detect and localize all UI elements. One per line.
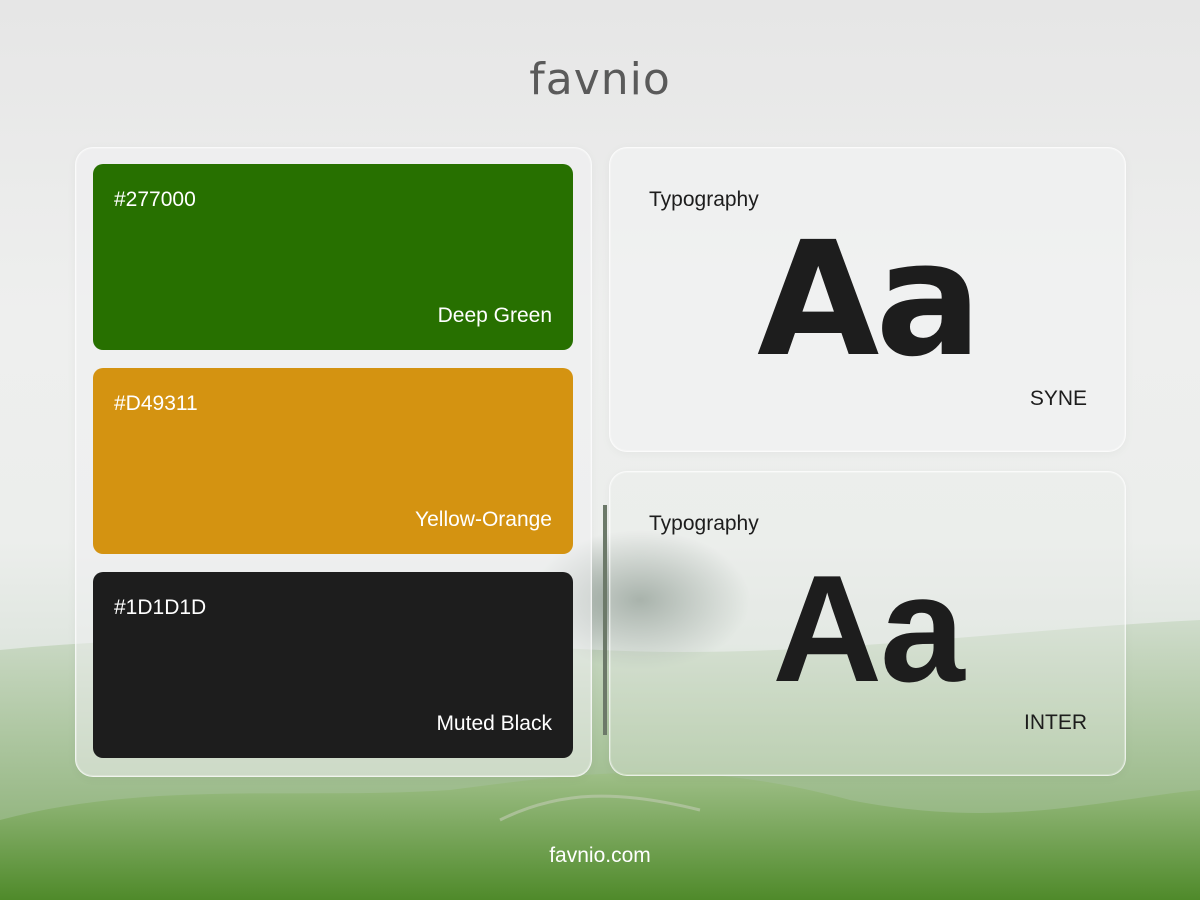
font-name: INTER <box>1024 711 1087 734</box>
swatch-color-name: Muted Black <box>436 712 552 735</box>
swatch-hex-label: #1D1D1D <box>114 596 207 619</box>
logo-wordmark: favnio <box>529 54 671 105</box>
swatch-color-name: Deep Green <box>437 304 552 327</box>
color-swatch-muted-black: #1D1D1D Muted Black <box>93 572 573 758</box>
brand-logo: favnio <box>0 54 1200 105</box>
font-name: SYNE <box>1029 387 1087 410</box>
typography-card-inter: Typography Aa INTER <box>609 471 1126 776</box>
font-sample-glyphs: Aa <box>757 208 982 392</box>
swatch-color-name: Yellow-Orange <box>415 508 552 531</box>
color-swatch-deep-green: #277000 Deep Green <box>93 164 573 350</box>
font-sample-glyphs: Aa <box>772 544 964 714</box>
typography-card-syne: Typography Aa SYNE <box>609 147 1126 452</box>
swatch-hex-label: #277000 <box>114 188 196 211</box>
typography-label: Typography <box>649 512 759 535</box>
color-swatch-yellow-orange: #D49311 Yellow-Orange <box>93 368 573 554</box>
footer-url: favnio.com <box>549 844 651 867</box>
swatch-hex-label: #D49311 <box>114 392 198 415</box>
